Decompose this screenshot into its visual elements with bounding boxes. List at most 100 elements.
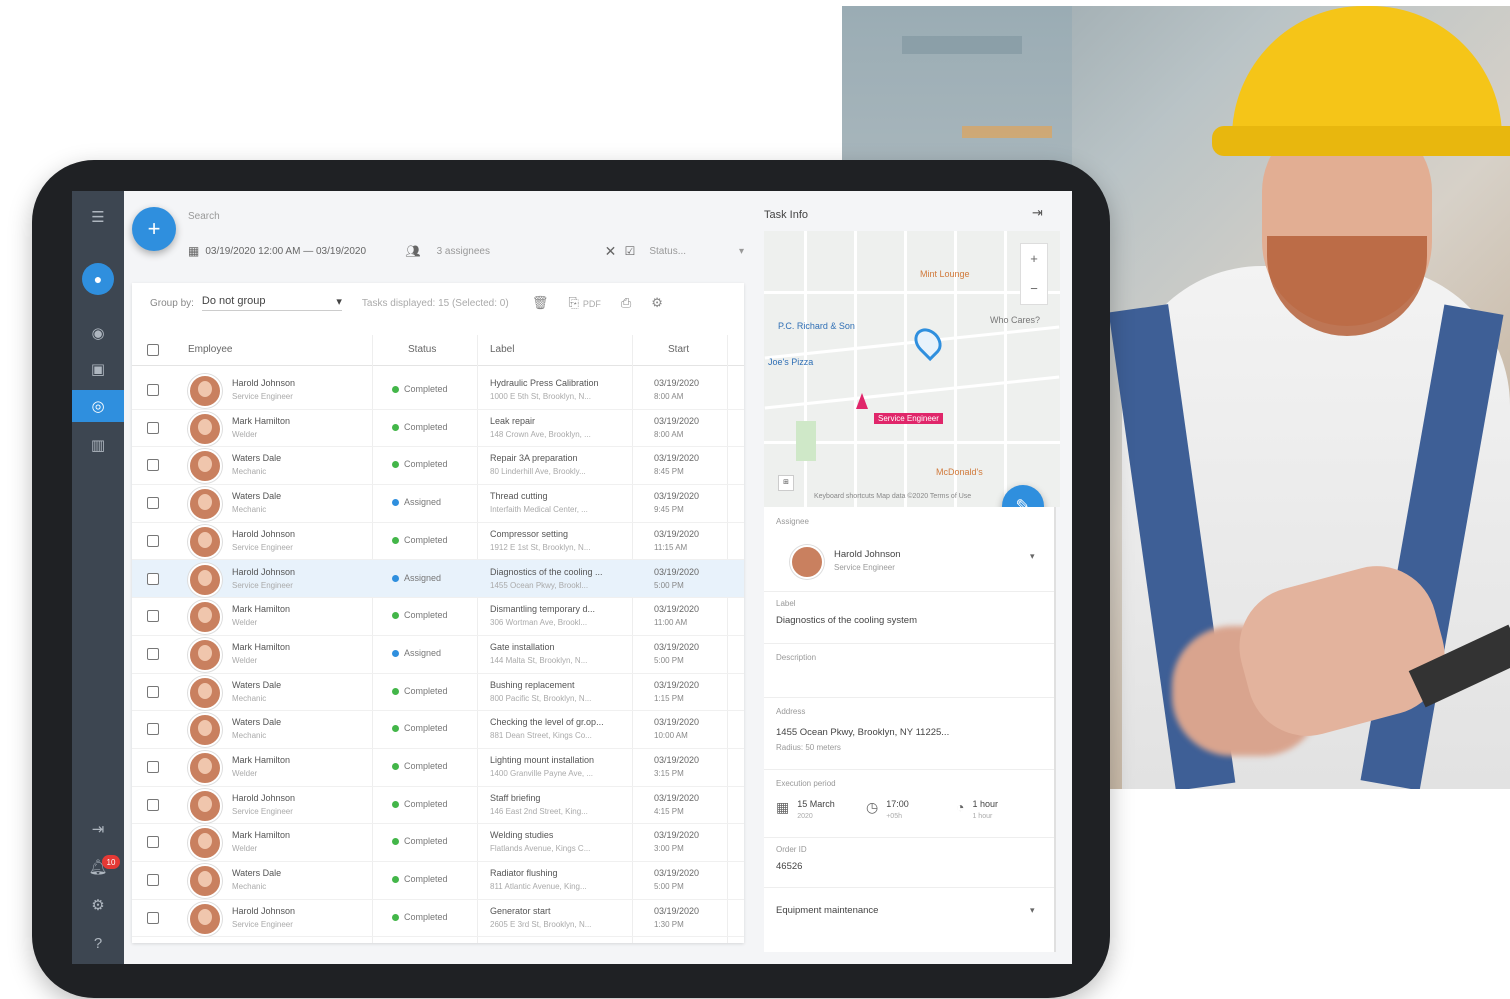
row-checkbox[interactable] <box>147 761 159 773</box>
row-checkbox[interactable] <box>147 421 159 434</box>
settings-gear-icon[interactable]: ⚙ <box>651 295 663 311</box>
map[interactable]: Mint Lounge P.C. Richard & Son McDonald'… <box>764 231 1060 507</box>
user-avatar-icon[interactable]: ● <box>82 263 114 295</box>
task-address: Interfaith Medical Center, ... <box>490 505 588 515</box>
start-date: 03/19/2020 <box>654 528 700 539</box>
address-label: Address <box>776 707 806 716</box>
print-icon[interactable]: ⎙ <box>621 295 631 311</box>
trash-icon[interactable]: 🗑︎ <box>532 295 549 311</box>
engineer-marker-icon[interactable] <box>856 393 868 409</box>
address-field[interactable]: 1455 Ocean Pkwy, Brooklyn, NY 11225... <box>776 727 949 738</box>
table-row[interactable]: Mark Hamilton Welder Completed Dismantling … <box>132 597 744 636</box>
location-pin-icon[interactable] <box>908 322 948 362</box>
assignee-name[interactable]: Harold Johnson <box>834 549 901 560</box>
section-select[interactable]: Equipment maintenance <box>776 905 878 916</box>
zoom-out-icon[interactable]: − <box>1021 274 1047 304</box>
table-row[interactable]: Waters Dale Mechanic Assigned Thread cuttin… <box>132 484 744 523</box>
row-checkbox[interactable] <box>147 723 159 736</box>
task-address: 1000 E 5th St, Brooklyn, N... <box>490 392 591 401</box>
start-time: 8:00 AM <box>654 392 684 401</box>
column-start[interactable]: Start <box>668 344 689 355</box>
chevron-down-icon[interactable]: ▾ <box>1030 905 1035 916</box>
status-dot-icon <box>392 838 399 846</box>
table-row[interactable]: Harold Johnson Service Engineer Completed G… <box>132 899 744 938</box>
order-id-label: Order ID <box>776 845 807 854</box>
start-time: 11:15 AM <box>654 542 688 552</box>
start-date: 03/19/2020 <box>654 604 700 615</box>
collapse-panel-icon[interactable]: ⇥ <box>1032 205 1043 221</box>
search-input[interactable]: Search <box>188 211 220 222</box>
table-row[interactable]: Mark Hamilton Welder Completed Lighting mou… <box>132 748 744 787</box>
row-checkbox[interactable] <box>147 610 159 623</box>
table-row[interactable]: Waters Dale Mechanic Completed Radiator flu… <box>132 861 744 900</box>
employee-role: Mechanic <box>232 505 267 515</box>
order-id-field[interactable]: 46526 <box>776 861 802 872</box>
status-badge: Completed <box>404 874 448 885</box>
add-task-button[interactable]: + <box>132 207 176 251</box>
table-row[interactable]: Harold Johnson Service Engineer Assigned Di… <box>132 559 744 599</box>
table-row[interactable]: Waters Dale Mechanic Completed Bushing repl… <box>132 673 744 712</box>
employee-name: Mark Hamilton <box>232 755 291 765</box>
clear-filter-icon[interactable]: ✕ <box>605 243 625 260</box>
export-pdf-icon[interactable]: ⎘ PDF <box>568 295 600 311</box>
period-time[interactable]: ◷ 17:00 +05h <box>866 799 956 822</box>
table-row[interactable]: Harold Johnson Service Engineer Completed H… <box>132 371 744 410</box>
row-checkbox[interactable] <box>147 459 159 472</box>
status-filter[interactable]: Status... ▾ <box>649 246 744 257</box>
task-list-toolbar: Group by: Do not group ▾ Tasks displayed… <box>132 283 744 323</box>
period-date[interactable]: ▦ 15 March 2020 <box>776 799 866 822</box>
sidebar-item-dashboard-icon[interactable]: ◉ <box>72 317 124 349</box>
status-dot-icon <box>392 461 399 469</box>
chevron-down-icon[interactable]: ▾ <box>1030 551 1035 562</box>
period-duration[interactable]: ◔ 1 hour 1 hour <box>956 799 1046 822</box>
table-row[interactable]: Mark Hamilton Welder Completed Leak repair 1… <box>132 409 744 448</box>
column-employee[interactable]: Employee <box>188 344 232 355</box>
sidebar-item-calendar-icon[interactable]: ▣ <box>72 353 124 385</box>
row-checkbox[interactable] <box>147 534 159 547</box>
help-icon[interactable]: ? <box>72 927 124 959</box>
row-checkbox[interactable] <box>147 874 159 887</box>
gear-icon[interactable]: ⚙ <box>72 889 124 921</box>
row-checkbox[interactable] <box>147 836 159 849</box>
zoom-in-icon[interactable]: + <box>1021 244 1047 274</box>
row-checkbox[interactable] <box>147 685 159 698</box>
menu-icon[interactable]: ☰ <box>72 201 124 233</box>
task-label: Thread cutting <box>490 491 548 502</box>
employee-avatar <box>188 600 222 635</box>
row-checkbox[interactable] <box>147 572 159 585</box>
row-checkbox[interactable] <box>147 647 159 660</box>
map-layers-icon[interactable]: ⊞ <box>778 475 794 491</box>
logout-icon[interactable]: ⇥ <box>72 813 124 845</box>
table-row[interactable]: Harold Johnson Service Engineer Completed S… <box>132 786 744 825</box>
row-checkbox[interactable] <box>147 798 159 811</box>
start-date: 03/19/2020 <box>654 755 700 765</box>
employee-avatar <box>188 411 222 446</box>
table-row[interactable]: Waters Dale Mechanic Completed Checking the… <box>132 710 744 749</box>
row-checkbox[interactable] <box>147 384 159 396</box>
sidebar-item-reports-icon[interactable]: ▥ <box>72 429 124 461</box>
group-by-value: Do not group <box>201 295 266 307</box>
column-label[interactable]: Label <box>490 344 514 355</box>
table-row[interactable]: Mark Hamilton Welder Assigned Gate installa… <box>132 635 744 674</box>
employee-avatar <box>188 637 222 672</box>
group-by-label: Group by: <box>150 297 194 309</box>
table-row[interactable]: Harold Johnson Service Engineer Completed C… <box>132 522 744 561</box>
start-date: 03/19/2020 <box>654 641 700 652</box>
row-checkbox[interactable] <box>147 911 159 924</box>
label-field[interactable]: Diagnostics of the cooling system <box>776 615 917 626</box>
table-row[interactable]: Waters Dale Mechanic Completed Repair 3A pr… <box>132 446 744 486</box>
status-badge: Completed <box>404 761 448 771</box>
column-status[interactable]: Status <box>408 344 436 355</box>
select-all-checkbox[interactable] <box>147 344 159 356</box>
task-label: Bushing replacement <box>490 679 575 690</box>
date-range-field[interactable]: 03/19/2020 12:00 AM — 03/19/2020 <box>205 246 405 257</box>
table-row[interactable]: Mark Hamilton Welder Completed Welding stud… <box>132 823 744 863</box>
row-checkbox[interactable] <box>147 497 159 510</box>
assignees-filter[interactable]: 3 assignees <box>437 246 597 257</box>
sidebar-item-tasks-icon[interactable]: ◎ <box>72 390 124 422</box>
start-date: 03/19/2020 <box>654 415 700 426</box>
period-timezone: +05h <box>886 813 902 820</box>
employee-name: Harold Johnson <box>232 528 296 539</box>
zoom-controls[interactable]: + − <box>1020 243 1048 305</box>
group-by-select[interactable]: Do not group ▾ <box>201 295 342 311</box>
